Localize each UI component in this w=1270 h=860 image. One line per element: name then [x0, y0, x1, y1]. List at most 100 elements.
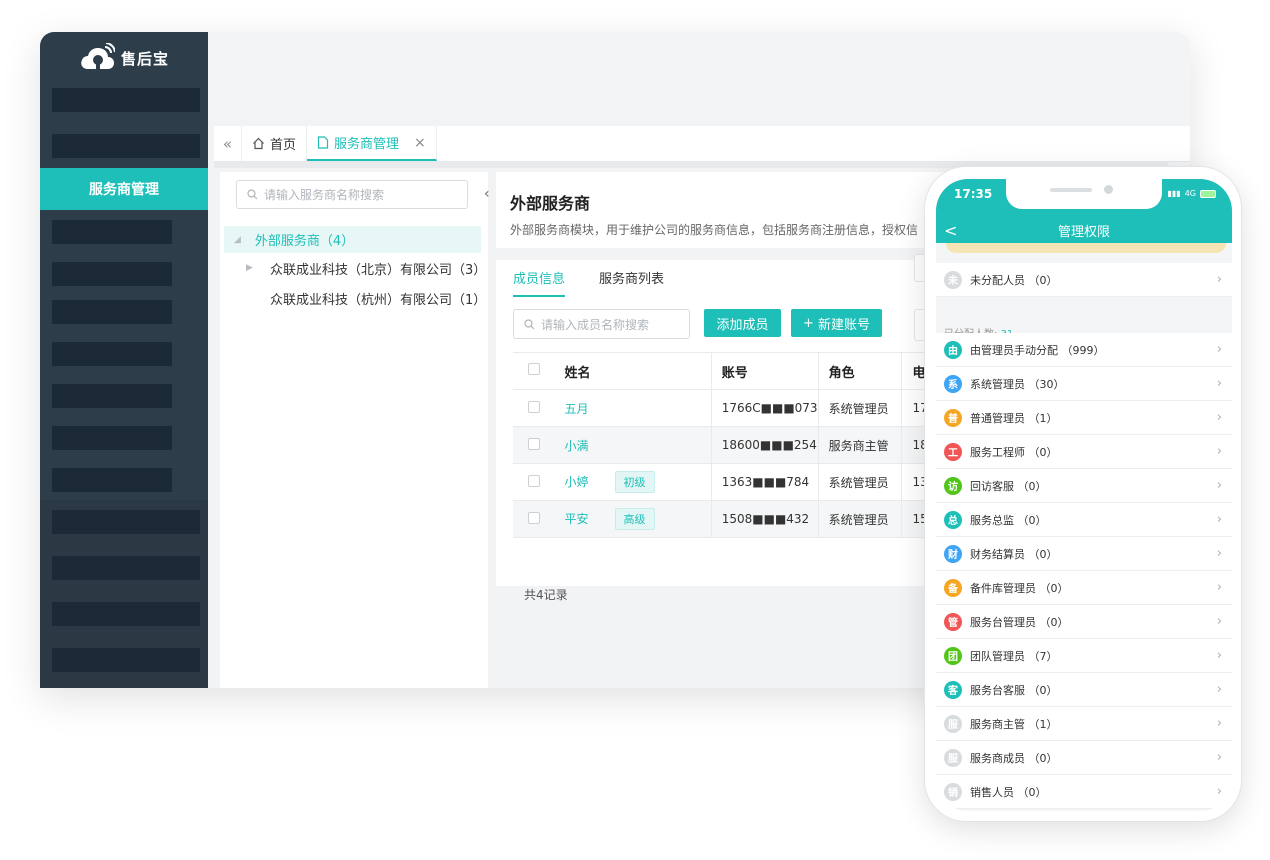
camera-icon [1104, 185, 1113, 194]
table-header-row: 姓名 账号 角色 电话 [513, 352, 943, 390]
table-row[interactable]: 小婷初级 1363■■■784 系统管理员 1363 [513, 463, 943, 501]
select-all-checkbox[interactable] [528, 363, 540, 375]
add-member-button[interactable]: 添加成员 [704, 309, 781, 337]
caret-right-icon[interactable]: ▶ [246, 263, 256, 273]
member-name-link[interactable]: 平安 [564, 512, 588, 526]
role-row[interactable]: 管服务台管理员 （0） › [936, 605, 1232, 639]
role-row[interactable]: 服服务商主管 （1） › [936, 707, 1232, 741]
tab-provider-list[interactable]: 服务商列表 [599, 268, 664, 297]
role-row[interactable]: 工服务工程师 （0） › [936, 435, 1232, 469]
tab-service-provider[interactable]: 服务商管理 × [307, 126, 437, 161]
tree-node-child[interactable]: 众联成业科技（杭州）有限公司（1） [246, 286, 486, 310]
member-name-link[interactable]: 五月 [564, 402, 588, 416]
new-account-button[interactable]: + 新建账号 [791, 309, 882, 337]
column-header-role[interactable]: 角色 [817, 352, 902, 390]
tab-label: 首页 [270, 138, 297, 153]
phone-page-title: 管理权限 [1057, 224, 1110, 240]
member-name-link[interactable]: 小婷 [564, 475, 588, 489]
tree-node-root[interactable]: ◢ 外部服务商（4） [224, 226, 481, 253]
role-label: 服务台管理员 （0） [970, 615, 1069, 629]
sidebar-subitem-placeholder[interactable] [52, 220, 172, 244]
sidebar-subitem-placeholder[interactable] [52, 468, 172, 492]
sidebar-item-placeholder[interactable] [52, 134, 200, 158]
sidebar-item-service-provider[interactable]: 服务商管理 [40, 168, 208, 210]
sidebar-item-placeholder[interactable] [52, 88, 200, 112]
role-icon: 客 [944, 680, 962, 699]
role-row[interactable]: 由由管理员手动分配 （999） › [936, 333, 1232, 367]
chevron-right-icon: › [1216, 478, 1222, 493]
provider-search-input[interactable]: 请输入服务商名称搜索 [236, 180, 468, 209]
brand-logo[interactable]: 售后宝 [40, 32, 208, 84]
row-checkbox[interactable] [528, 511, 540, 524]
member-search-input[interactable]: 请输入成员名称搜索 [513, 309, 690, 339]
role-label: 普通管理员 （1） [970, 411, 1058, 425]
sidebar-item-placeholder[interactable] [52, 510, 200, 534]
sidebar-subitem-placeholder[interactable] [52, 262, 172, 286]
cloud-logo-icon [81, 43, 115, 69]
role-cell: 服务商主管 [817, 426, 902, 464]
speaker-icon [1050, 188, 1092, 192]
role-label: 备件库管理员 （0） [970, 581, 1069, 595]
status-time: 17:35 [954, 187, 993, 201]
role-icon: 未 [944, 270, 962, 289]
role-icon: 管 [944, 612, 962, 631]
collapse-tree-icon[interactable]: ‹ [484, 186, 490, 202]
sidebar-subitem-placeholder[interactable] [52, 384, 172, 408]
phone-mockup: 17:35 ▮▮▮ 4G < 管理权限 未 未分配人员 （0） › 已分配人数:… [924, 166, 1242, 822]
row-checkbox[interactable] [528, 437, 540, 450]
table-row[interactable]: 小满 18600■■■254 服务商主管 1860 [513, 426, 943, 464]
role-label: 由管理员手动分配 （999） [970, 343, 1105, 357]
role-row[interactable]: 系系统管理员 （30） › [936, 367, 1232, 401]
chevron-right-icon: › [1216, 716, 1222, 731]
role-label: 服务工程师 （0） [970, 445, 1058, 459]
role-row[interactable]: 团团队管理员 （7） › [936, 639, 1232, 673]
role-row[interactable]: 财财务结算员 （0） › [936, 537, 1232, 571]
role-icon: 由 [944, 340, 962, 359]
role-row[interactable]: 总服务总监 （0） › [936, 503, 1232, 537]
sidebar-lower-section [40, 500, 208, 688]
sidebar-item-placeholder[interactable] [52, 556, 200, 580]
role-label: 服务商成员 （0） [970, 751, 1058, 765]
table-row[interactable]: 平安高级 1508■■■432 系统管理员 1508 [513, 500, 943, 538]
role-row[interactable]: 销销售人员 （0） › [936, 775, 1232, 809]
role-row[interactable]: 访回访客服 （0） › [936, 469, 1232, 503]
select-all-cell [513, 352, 555, 390]
tree-node-child[interactable]: ▶ 众联成业科技（北京）有限公司（3） [246, 256, 486, 280]
sidebar-subitem-placeholder[interactable] [52, 300, 172, 324]
chevron-right-icon: › [1216, 376, 1222, 391]
role-row[interactable]: 客服务台客服 （0） › [936, 673, 1232, 707]
column-header-name[interactable]: 姓名 [554, 352, 712, 390]
role-label: 团队管理员 （7） [970, 649, 1058, 663]
record-count: 共4记录 [524, 588, 568, 602]
name-cell: 平安 高级 [554, 500, 712, 538]
sidebar-subitem-placeholder[interactable] [52, 426, 172, 450]
role-row[interactable]: 备备件库管理员 （0） › [936, 571, 1232, 605]
row-checkbox[interactable] [528, 400, 540, 413]
tree-node-label: 众联成业科技（北京）有限公司（3） [270, 262, 487, 278]
row-checkbox[interactable] [528, 474, 540, 487]
name-cell: 小满 [554, 426, 712, 464]
sidebar-subitem-placeholder[interactable] [52, 342, 172, 366]
account-cell: 18600■■■254 [710, 426, 819, 464]
close-icon[interactable]: × [414, 135, 426, 151]
role-label: 回访客服 （0） [970, 479, 1047, 493]
table-row[interactable]: 五月 1766C■■■073 系统管理员 176 [513, 389, 943, 427]
sidebar-item-placeholder[interactable] [52, 602, 200, 626]
role-row[interactable]: 普普通管理员 （1） › [936, 401, 1232, 435]
role-icon: 服 [944, 748, 962, 767]
collapse-sidebar-icon[interactable]: « [214, 126, 242, 161]
role-cell: 系统管理员 [817, 389, 902, 427]
unassigned-row[interactable]: 未 未分配人员 （0） › [936, 263, 1232, 297]
name-cell: 五月 [554, 389, 712, 427]
network-type: 4G [1184, 189, 1196, 198]
tab-members[interactable]: 成员信息 [513, 268, 566, 297]
sidebar-item-placeholder[interactable] [52, 648, 200, 672]
caret-down-icon[interactable]: ◢ [234, 235, 241, 245]
role-row[interactable]: 服服务商成员 （0） › [936, 741, 1232, 775]
member-name-link[interactable]: 小满 [564, 439, 588, 453]
tab-home[interactable]: 首页 [242, 126, 308, 161]
brand-name: 售后宝 [120, 49, 169, 68]
column-header-account[interactable]: 账号 [710, 352, 819, 390]
sidebar: 售后宝 服务商管理 [40, 32, 208, 688]
phone-notch [1006, 179, 1162, 209]
